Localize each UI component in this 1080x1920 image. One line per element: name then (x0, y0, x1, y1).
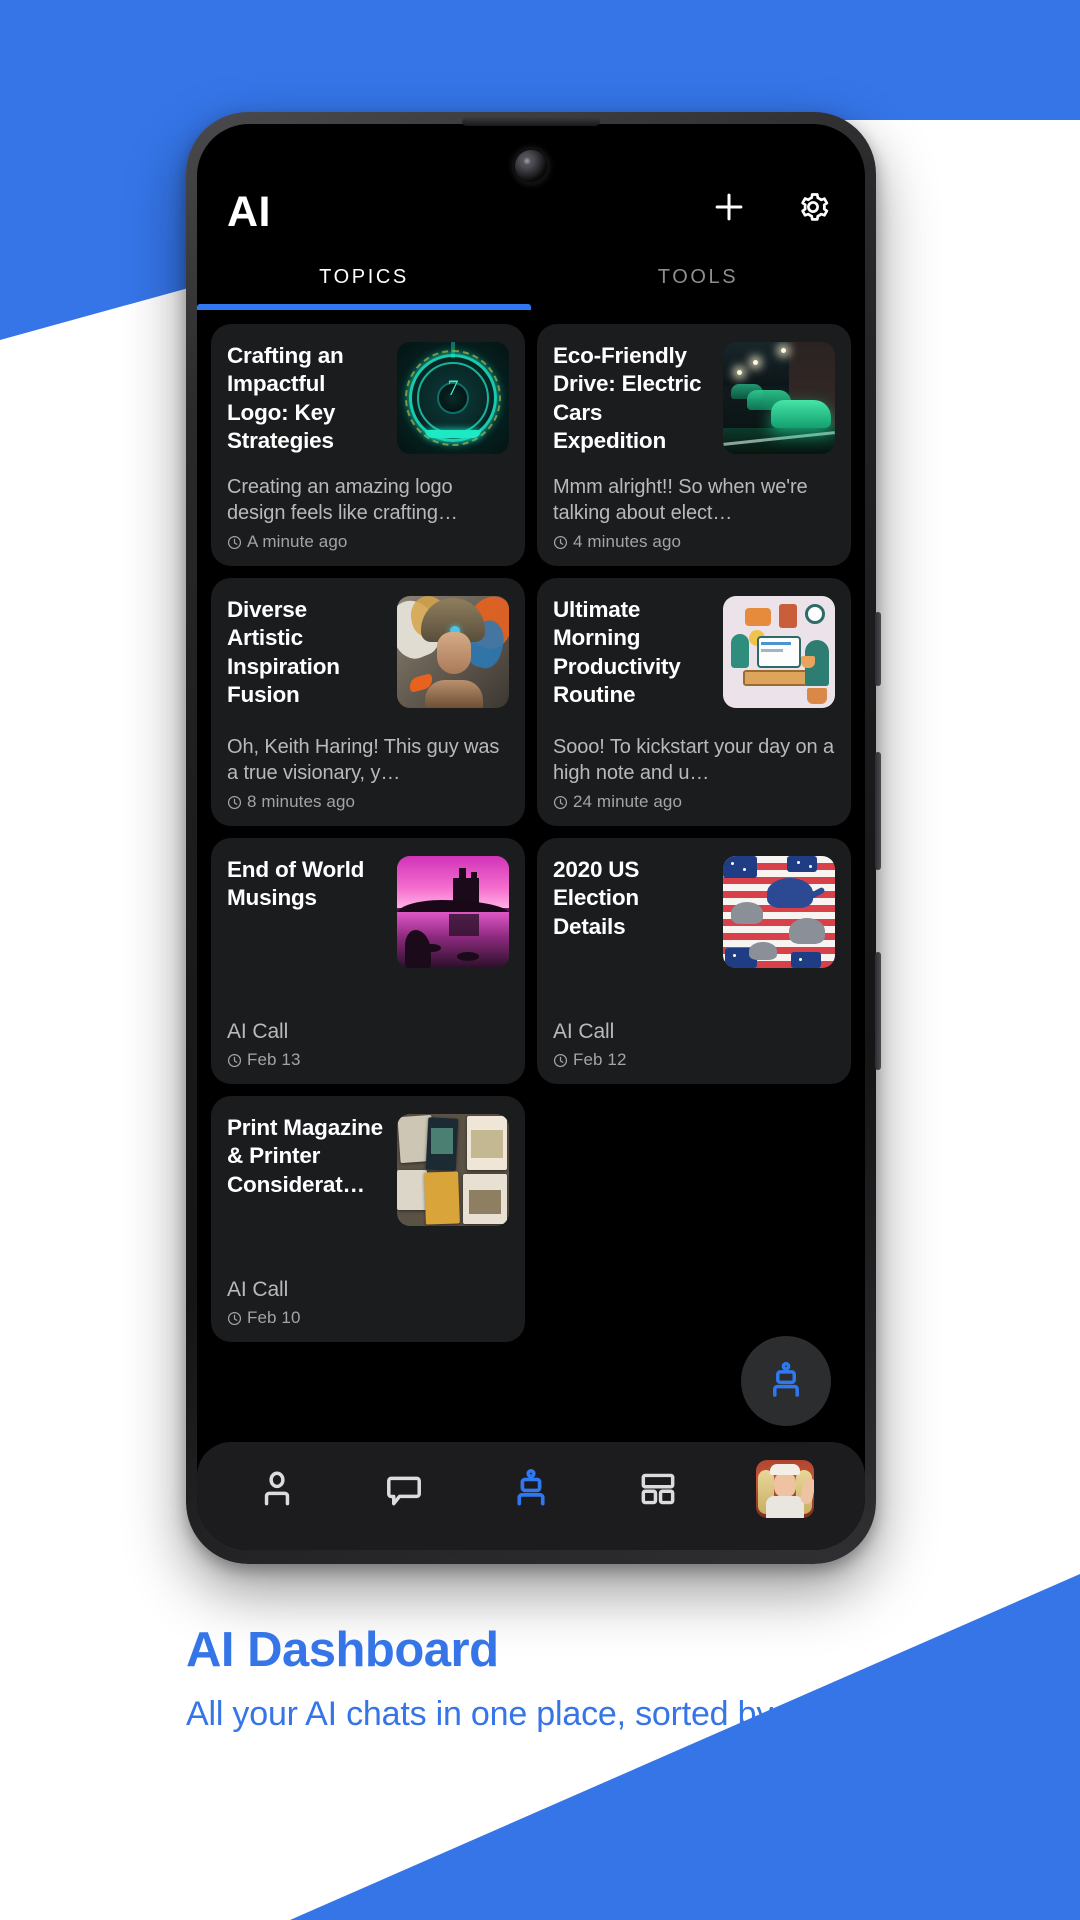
nav-item-widgets[interactable] (619, 1458, 697, 1520)
dashboard-grid-icon (641, 1473, 675, 1505)
card-body: Creating an amazing logo design feels li… (227, 476, 458, 524)
gear-icon (801, 193, 829, 221)
phone-side-button-mute (875, 612, 881, 686)
settings-button[interactable] (791, 185, 835, 229)
card-header: Crafting an Impactful Logo: Key Strategi… (227, 342, 509, 455)
app-title: AI (227, 188, 271, 236)
card-header: Ultimate Morning Productivity Routine (553, 596, 835, 709)
card-meta: Feb 12 (553, 1050, 835, 1070)
card-meta-label: 24 minute ago (573, 792, 683, 811)
card-subtitle: AI Call (553, 1020, 615, 1043)
topic-card[interactable]: End of World Musings AI Call Feb 13 (211, 838, 525, 1084)
card-header: Eco-Friendly Drive: Electric Cars Expedi… (553, 342, 835, 455)
card-meta: Feb 13 (227, 1050, 509, 1070)
phone-screen: AI TOPICS TOOLS Crafting an Impactful Lo… (197, 124, 865, 1550)
card-body: Sooo! To kickstart your day on a high no… (553, 736, 835, 784)
card-meta-label: Feb 10 (247, 1308, 301, 1327)
card-header: Print Magazine & Printer Considerat… (227, 1114, 509, 1226)
topic-card[interactable]: Diverse Artistic Inspiration Fusion Oh, … (211, 578, 525, 826)
card-title: Diverse Artistic Inspiration Fusion (227, 597, 340, 708)
clock-icon (553, 795, 568, 809)
phone-side-button-volume (875, 752, 881, 870)
card-body: Oh, Keith Haring! This guy was a true vi… (227, 736, 500, 784)
card-meta: 4 minutes ago (553, 532, 835, 552)
clock-icon (553, 1053, 568, 1067)
clock-icon (227, 1053, 242, 1067)
card-title: 2020 US Election Details (553, 857, 640, 939)
pink-sunset-castle-lake-thumbnail (397, 856, 509, 968)
phone-side-button-power (875, 952, 881, 1070)
card-meta-label: A minute ago (247, 532, 348, 551)
card-header: End of World Musings (227, 856, 509, 968)
card-title: Eco-Friendly Drive: Electric Cars Expedi… (553, 343, 702, 454)
card-subtitle: AI Call (227, 1278, 289, 1301)
topic-card[interactable]: Crafting an Impactful Logo: Key Strategi… (211, 324, 525, 566)
add-button[interactable] (707, 185, 751, 229)
promo-block: AI Dashboard All your AI chats in one pl… (186, 1622, 946, 1735)
topic-card[interactable]: Eco-Friendly Drive: Electric Cars Expedi… (537, 324, 851, 566)
person-icon (264, 1471, 289, 1506)
robot-icon (773, 1361, 799, 1397)
card-title: Ultimate Morning Productivity Routine (553, 597, 681, 708)
topic-card[interactable]: 2020 US Election Details AI Call Feb 12 (537, 838, 851, 1084)
clock-icon (553, 535, 568, 549)
promo-title: AI Dashboard (186, 1623, 499, 1677)
card-meta: Feb 10 (227, 1308, 509, 1328)
nav-item-ai-dashboard[interactable] (492, 1458, 570, 1520)
new-ai-chat-fab[interactable] (741, 1336, 831, 1426)
avatar (756, 1460, 815, 1518)
desk-workspace-illustration-thumbnail (723, 596, 835, 708)
chat-bubble-icon (386, 1476, 421, 1506)
green-electric-cars-night-thumbnail (723, 342, 835, 454)
topic-card-grid: Crafting an Impactful Logo: Key Strategi… (197, 310, 865, 1420)
ornate-portrait-art-thumbnail (397, 596, 509, 708)
card-meta-label: 4 minutes ago (573, 532, 682, 551)
circular-tech-emblem-thumbnail: 7 (397, 342, 509, 454)
promo-subtitle: All your AI chats in one place, sorted b… (186, 1695, 854, 1733)
card-meta: 24 minute ago (553, 792, 835, 812)
app-bar: AI (197, 124, 865, 244)
card-meta: 8 minutes ago (227, 792, 509, 812)
bottom-navigation-bar (197, 1442, 865, 1550)
plus-icon (715, 193, 743, 221)
card-meta-label: Feb 12 (573, 1050, 627, 1069)
clock-icon (227, 535, 242, 549)
card-meta-label: Feb 13 (247, 1050, 301, 1069)
topic-card[interactable]: Ultimate Morning Productivity Routine So… (537, 578, 851, 826)
card-header: 2020 US Election Details (553, 856, 835, 968)
card-title: Print Magazine & Printer Considerat… (227, 1115, 383, 1197)
card-meta-label: 8 minutes ago (247, 792, 356, 811)
card-header: Diverse Artistic Inspiration Fusion (227, 596, 509, 709)
tab-tools[interactable]: TOOLS (531, 244, 865, 310)
tab-topics[interactable]: TOPICS (197, 244, 531, 310)
robot-icon (517, 1469, 545, 1506)
front-camera (515, 150, 547, 182)
topic-card[interactable]: Print Magazine & Printer Considerat… AI … (211, 1096, 525, 1342)
card-title: End of World Musings (227, 857, 365, 911)
card-body: Mmm alright!! So when we're talking abou… (553, 476, 808, 524)
nav-item-profile[interactable] (238, 1458, 316, 1520)
us-flag-elephants-pattern-thumbnail (723, 856, 835, 968)
nav-item-chats[interactable] (365, 1458, 443, 1520)
card-subtitle: AI Call (227, 1020, 289, 1043)
card-title: Crafting an Impactful Logo: Key Strategi… (227, 343, 344, 454)
phone-mockup: AI TOPICS TOOLS Crafting an Impactful Lo… (186, 112, 881, 1564)
nav-item-account[interactable] (746, 1458, 824, 1520)
clock-icon (227, 1311, 242, 1325)
magazine-spread-photo-thumbnail (397, 1114, 509, 1226)
card-meta: A minute ago (227, 532, 509, 552)
tab-bar: TOPICS TOOLS (197, 244, 865, 310)
app-bar-actions (707, 185, 835, 234)
clock-icon (227, 795, 242, 809)
